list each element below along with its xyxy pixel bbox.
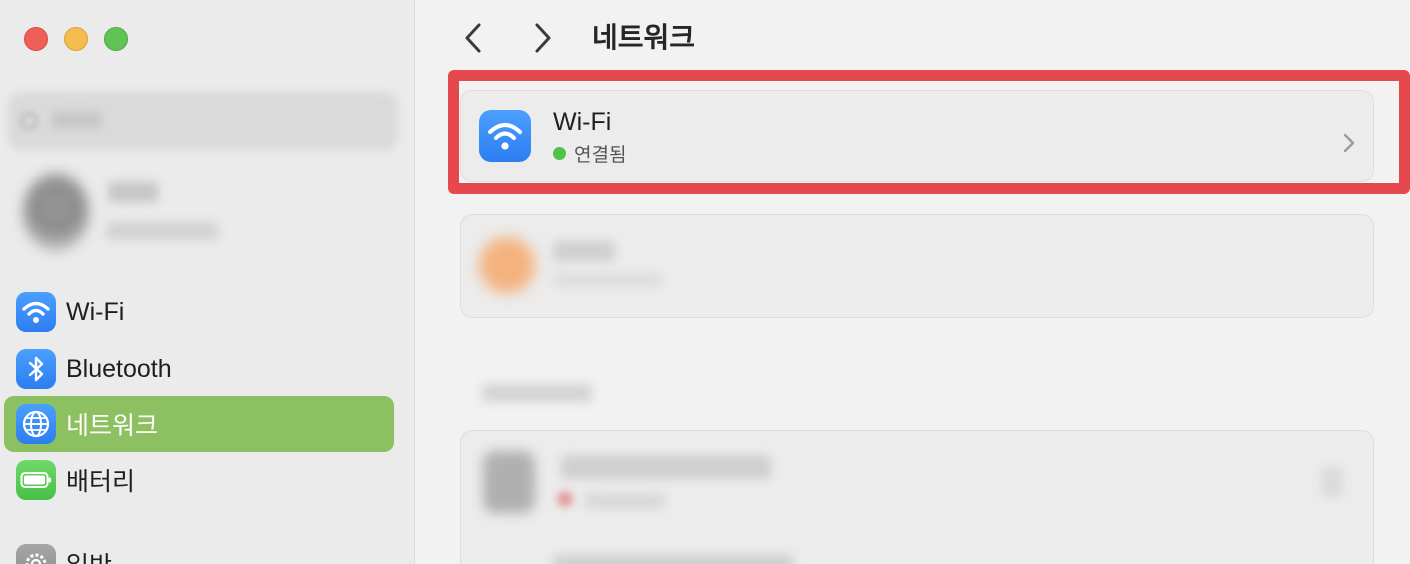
profile-name: [108, 182, 158, 202]
forward-button[interactable]: [526, 18, 560, 58]
window-controls: [24, 27, 128, 51]
sidebar-item-bluetooth[interactable]: Bluetooth: [4, 341, 394, 397]
chevron-left-icon: [465, 23, 481, 53]
maximize-window-button[interactable]: [104, 27, 128, 51]
blurred-text: [553, 273, 663, 287]
profile-subtitle: [106, 222, 218, 240]
search-placeholder: [52, 112, 102, 128]
blurred-icon: [479, 237, 535, 293]
sidebar-item-label: 일반: [66, 546, 112, 564]
blurred-section-label: [482, 384, 592, 402]
close-window-button[interactable]: [24, 27, 48, 51]
blurred-text: [585, 493, 665, 509]
bluetooth-icon: [16, 349, 56, 389]
chevron-right-icon: [535, 23, 551, 53]
highlight-box: [448, 70, 1410, 194]
blurred-icon: [483, 451, 535, 513]
sidebar-item-label: Bluetooth: [66, 354, 172, 383]
gear-icon: [16, 544, 56, 564]
blurred-row[interactable]: [460, 214, 1374, 318]
blurred-status-icon: [557, 491, 573, 507]
sidebar-item-battery[interactable]: 배터리: [4, 452, 394, 508]
sidebar-item-network[interactable]: 네트워크: [4, 396, 394, 452]
blurred-text: [553, 241, 615, 261]
sidebar: Wi-Fi Bluetooth 네트워크 배터리: [0, 0, 415, 564]
sidebar-item-label: 배터리: [66, 468, 136, 496]
back-button[interactable]: [456, 18, 490, 58]
globe-icon: [16, 404, 56, 444]
search-icon: [20, 112, 38, 130]
sidebar-item-label: 네트워크: [66, 412, 159, 440]
blurred-text: [561, 455, 771, 479]
battery-icon: [16, 460, 56, 500]
sidebar-item-label: Wi-Fi: [66, 297, 125, 326]
blurred-chevron: [1321, 467, 1343, 497]
sidebar-item-wifi[interactable]: Wi-Fi: [4, 284, 394, 340]
wifi-icon: [16, 292, 56, 332]
page-title: 네트워크: [592, 22, 696, 53]
blurred-row[interactable]: [460, 430, 1374, 564]
blurred-text: [553, 555, 793, 564]
sidebar-item-general[interactable]: 일반: [4, 536, 394, 564]
avatar[interactable]: [22, 172, 90, 252]
minimize-window-button[interactable]: [64, 27, 88, 51]
